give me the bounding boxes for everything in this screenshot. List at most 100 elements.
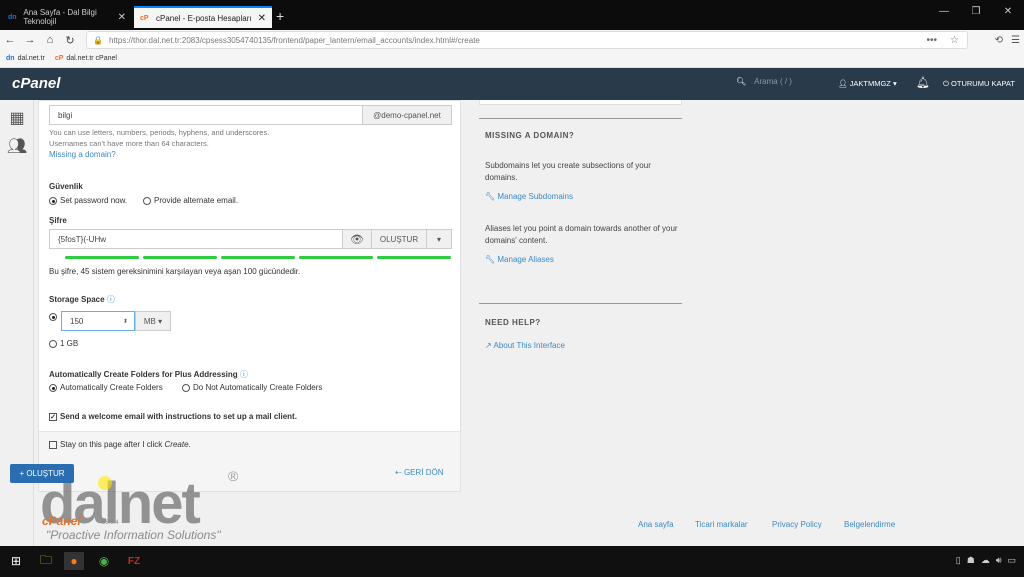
- tab-ana-sayfa[interactable]: dn Ana Sayfa - Dal Bilgi Teknolojil ✕: [2, 6, 132, 28]
- logout-label: OTURUMU KAPAT: [951, 79, 1015, 88]
- generate-options-dropdown[interactable]: ▾: [426, 229, 452, 249]
- cpanel-favicon-icon: cP: [140, 14, 149, 22]
- divider: [479, 118, 682, 119]
- storage-quantity-input[interactable]: 150 ⬍: [61, 311, 135, 331]
- browser-tab-bar: dn Ana Sayfa - Dal Bilgi Teknolojil ✕ cP…: [0, 0, 1024, 30]
- storage-value: 150: [70, 316, 84, 326]
- set-password-label: Set password now.: [60, 196, 128, 205]
- manage-aliases-link[interactable]: 🔧︎ Manage Aliases: [485, 255, 554, 264]
- mouse-cursor-highlight: [98, 476, 112, 490]
- firefox-icon[interactable]: ●: [64, 552, 84, 570]
- storage-custom-radio[interactable]: [49, 311, 60, 321]
- no-auto-create-radio[interactable]: Do Not Automatically Create Folders: [182, 383, 322, 392]
- password-input[interactable]: {5fosT}(-UHw: [49, 229, 343, 249]
- notifications-bell-icon[interactable]: 🔔︎: [916, 76, 930, 89]
- username-help-1: You can use letters, numbers, periods, h…: [49, 128, 270, 137]
- users-icon[interactable]: 👥︎: [6, 136, 28, 155]
- bookmark-label: dal.net.tr: [17, 55, 45, 62]
- stay-on-page-em: Create: [164, 440, 189, 449]
- help-icon[interactable]: ⓘ: [240, 370, 248, 379]
- about-interface-label: About This Interface: [493, 341, 565, 350]
- stay-on-page-label: Stay on this page after I click: [60, 440, 163, 449]
- set-password-radio[interactable]: Set password now.: [49, 196, 127, 205]
- menu-icon[interactable]: ☰: [1011, 35, 1020, 46]
- help-icon[interactable]: ⓘ: [107, 295, 115, 304]
- reload-icon[interactable]: ↻: [60, 34, 80, 47]
- history-icon[interactable]: ⟲: [995, 35, 1003, 46]
- home-icon[interactable]: ⌂: [40, 34, 60, 46]
- bookmark-dalnet-cpanel[interactable]: cP dal.net.tr cPanel: [55, 55, 117, 62]
- new-tab-icon[interactable]: +: [276, 8, 284, 24]
- radio-unchecked[interactable]: [49, 339, 57, 348]
- close-tab-icon[interactable]: ✕: [118, 12, 126, 23]
- generate-password-button[interactable]: OLUŞTUR: [371, 229, 427, 249]
- volume-icon[interactable]: 🔊︎: [996, 555, 1002, 566]
- radio-checked[interactable]: [49, 383, 57, 392]
- stay-on-page-checkbox[interactable]: Stay on this page after I click Create.: [49, 440, 191, 449]
- checkbox-checked[interactable]: ✓: [49, 412, 57, 421]
- user-menu[interactable]: 👤︎ JAKTMMGZ ▾: [838, 79, 897, 88]
- back-link[interactable]: ⇠ GERİ DÖN: [395, 468, 444, 477]
- apps-grid-icon[interactable]: ▦: [6, 108, 28, 127]
- bookmark-star-icon[interactable]: ☆: [950, 35, 959, 46]
- password-label: Şifre: [49, 216, 67, 225]
- address-bar[interactable]: 🔒 https://thor.dal.net.tr:2083/cpsess305…: [86, 31, 968, 49]
- cpanel-logo[interactable]: cPanel: [12, 75, 60, 92]
- tab-cpanel-email[interactable]: cP cPanel - E-posta Hesapları ✕: [134, 6, 272, 28]
- logout-button[interactable]: ⏻ OTURUMU KAPAT: [943, 79, 1015, 89]
- storage-1gb-radio[interactable]: 1 GB: [49, 339, 78, 348]
- create-email-form: bilgi @demo-cpanel.net You can use lette…: [38, 100, 461, 492]
- restore-icon[interactable]: ❐: [960, 6, 992, 17]
- notifications-icon[interactable]: ▭: [1007, 555, 1016, 566]
- search-icon: 🔍︎: [736, 77, 747, 86]
- username-help-2: Usernames can't have more than 64 charac…: [49, 139, 209, 148]
- strength-bar-segment: [299, 256, 373, 259]
- footer-link-home[interactable]: Ana sayfa: [638, 520, 674, 529]
- windows-start-icon[interactable]: ⊞: [6, 552, 26, 570]
- footer-link-docs[interactable]: Belgelendirme: [844, 520, 895, 529]
- file-explorer-icon[interactable]: 🗀︎: [36, 552, 56, 570]
- username-input[interactable]: bilgi: [49, 105, 363, 125]
- cpanel-search[interactable]: 🔍︎ Arama ( / ): [736, 77, 792, 86]
- about-interface-link[interactable]: ↗ About This Interface: [485, 341, 565, 350]
- checkbox-unchecked[interactable]: [49, 440, 57, 449]
- chrome-icon[interactable]: ◉: [94, 552, 114, 570]
- close-tab-icon[interactable]: ✕: [258, 13, 266, 24]
- page-actions-icon[interactable]: •••: [926, 35, 937, 46]
- auto-create-folders-radio[interactable]: Automatically Create Folders: [49, 383, 163, 392]
- radio-checked[interactable]: [49, 196, 57, 205]
- radio-unchecked[interactable]: [182, 383, 190, 392]
- security-label: Güvenlik: [49, 182, 83, 191]
- radio-checked[interactable]: [49, 312, 57, 321]
- divider: [479, 303, 682, 304]
- create-account-button[interactable]: + OLUŞTUR: [10, 464, 74, 483]
- bookmark-dalnet[interactable]: dn dal.net.tr: [6, 55, 45, 62]
- forward-icon[interactable]: →: [20, 34, 40, 46]
- show-password-eye-icon[interactable]: 👁︎: [342, 229, 372, 249]
- footer-link-trademarks[interactable]: Ticari markalar: [695, 520, 748, 529]
- window-controls: — ❐ ✕: [928, 6, 1024, 17]
- storage-label: Storage Space ⓘ: [49, 294, 115, 305]
- stepper-icon[interactable]: ⬍: [123, 318, 128, 325]
- storage-unit-select[interactable]: MB ▾: [135, 311, 171, 331]
- onedrive-icon[interactable]: ☁: [981, 555, 990, 566]
- filezilla-icon[interactable]: FZ: [124, 552, 144, 570]
- tab-label: Ana Sayfa - Dal Bilgi Teknolojil: [23, 8, 97, 26]
- minimize-icon[interactable]: —: [928, 6, 960, 17]
- missing-domain-link[interactable]: Missing a domain?: [49, 150, 116, 159]
- manage-subdomains-link[interactable]: 🔧︎ Manage Subdomains: [485, 192, 573, 201]
- battery-icon[interactable]: ▯: [956, 555, 961, 566]
- windows-taskbar: ⊞ 🗀︎ ● ◉ FZ ▯ ☗ ☁ 🔊︎ ▭: [0, 546, 1024, 577]
- close-window-icon[interactable]: ✕: [992, 6, 1024, 17]
- search-placeholder: Arama ( / ): [754, 77, 792, 86]
- welcome-email-checkbox[interactable]: ✓ Send a welcome email with instructions …: [49, 412, 297, 421]
- alt-email-radio[interactable]: Provide alternate email.: [143, 196, 238, 205]
- welcome-email-label: Send a welcome email with instructions t…: [60, 412, 297, 421]
- back-icon[interactable]: ←: [0, 34, 20, 46]
- radio-unchecked[interactable]: [143, 196, 151, 205]
- aliases-text: Aliases let you point a domain towards a…: [485, 224, 678, 245]
- right-panel-bottom: [479, 100, 682, 105]
- network-icon[interactable]: ☗: [967, 555, 975, 566]
- toolbar-right: ⟲ ☰: [995, 35, 1020, 46]
- footer-link-privacy[interactable]: Privacy Policy: [772, 520, 822, 529]
